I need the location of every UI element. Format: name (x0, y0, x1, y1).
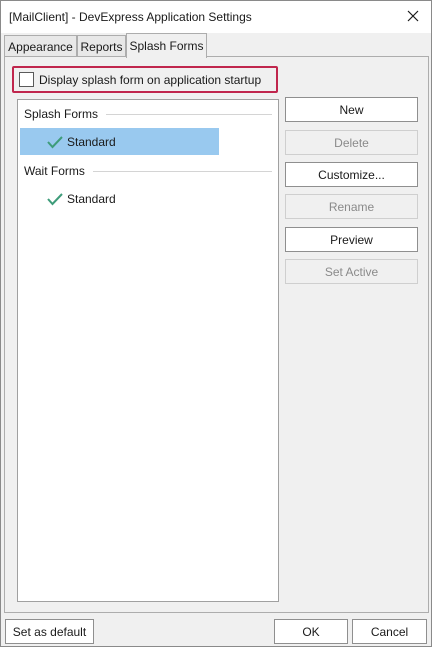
tree-item-label: Standard (67, 134, 116, 149)
checkbox-box[interactable] (19, 72, 34, 87)
set-as-default-button[interactable]: Set as default (5, 619, 94, 644)
close-icon (407, 10, 419, 22)
customize-button[interactable]: Customize... (285, 162, 418, 187)
startup-splash-label: Display splash form on application start… (39, 72, 262, 87)
group-divider (106, 114, 272, 115)
tab-splash-forms[interactable]: Splash Forms (126, 33, 207, 58)
ok-button[interactable]: OK (274, 619, 348, 644)
cancel-button[interactable]: Cancel (352, 619, 427, 644)
delete-button[interactable]: Delete (285, 130, 418, 155)
rename-button[interactable]: Rename (285, 194, 418, 219)
group-header-label: Wait Forms (24, 164, 85, 178)
window-title: [MailClient] - DevExpress Application Se… (9, 10, 252, 24)
group-divider (92, 171, 272, 172)
tab-label: Appearance (8, 39, 73, 54)
group-header-label: Splash Forms (24, 107, 99, 121)
group-header-wait-forms: Wait Forms (24, 162, 272, 180)
tab-appearance[interactable]: Appearance (4, 35, 77, 57)
tree-item-splash-standard[interactable]: Standard (20, 128, 219, 155)
tree-item-label: Standard (67, 191, 116, 206)
splash-forms-panel: Display splash form on application start… (4, 56, 429, 613)
preview-button[interactable]: Preview (285, 227, 418, 252)
settings-dialog: [MailClient] - DevExpress Application Se… (0, 0, 432, 647)
tab-reports[interactable]: Reports (77, 35, 126, 57)
tree-item-wait-standard[interactable]: Standard (20, 185, 219, 212)
forms-tree[interactable]: Splash Forms Standard Wait Forms Standar… (17, 99, 279, 602)
check-icon (47, 192, 63, 206)
set-active-button[interactable]: Set Active (285, 259, 418, 284)
close-button[interactable] (401, 5, 425, 27)
new-button[interactable]: New (285, 97, 418, 122)
group-header-splash-forms: Splash Forms (24, 105, 272, 123)
check-icon (47, 135, 63, 149)
tab-label: Reports (80, 39, 123, 54)
title-bar: [MailClient] - DevExpress Application Se… (1, 1, 431, 33)
tab-label: Splash Forms (129, 39, 204, 53)
startup-splash-checkbox[interactable]: Display splash form on application start… (12, 66, 278, 93)
